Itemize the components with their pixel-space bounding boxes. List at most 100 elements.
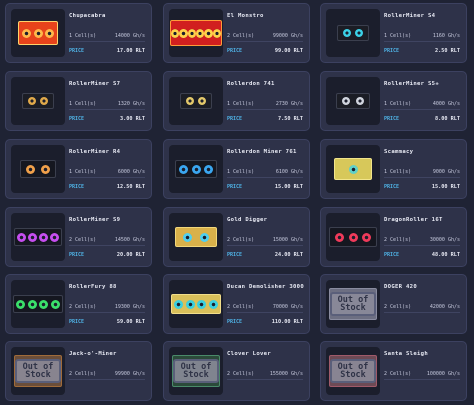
miner-thumbnail [326,213,380,261]
miner-power: 4000 Gh/s [432,101,460,107]
divider [384,109,460,110]
out-of-stock-badge: Out of Stock [330,292,376,316]
miner-thumbnail [11,213,65,261]
miner-fan-icon [203,164,213,174]
miner-fan-icon [348,232,358,242]
divider [384,312,460,313]
miner-thumbnail [169,9,223,57]
divider [384,379,460,380]
miner-power: 70000 Gh/s [272,304,303,310]
miner-card-jack-o-miner[interactable]: Out of Stock Jack-o'-Miner 2 Cell(s) 99900 G… [5,341,152,401]
miner-thumbnail [169,145,223,193]
miner-power: 1320 Gh/s [117,101,145,107]
price-label: PRICE [227,319,243,325]
rollerfury-88-icon [13,295,63,313]
miner-cells: 2 Cell(s) [227,304,255,310]
miner-card-scammacy[interactable]: Scammacy 1 Cell(s) 9000 Gh/s PRICE 15.00 RLT [320,139,467,199]
miner-thumbnail [11,145,65,193]
out-of-stock-badge: Out of Stock [15,359,61,383]
miner-card-el-monstro[interactable]: El Monstro 2 Cell(s) 99000 Gh/s PRICE 99.00 … [163,3,310,63]
miner-fan-icon [179,28,188,38]
miner-thumbnail [11,9,65,57]
miner-fan-icon [16,299,26,309]
rollerdon-miner-761-icon [175,160,217,178]
miner-fan-icon [28,232,37,242]
chupacabra-miner-icon [18,21,58,45]
miner-cells: 1 Cell(s) [69,33,97,39]
divider [69,109,145,110]
miner-name: Clover Lover [227,351,272,357]
miner-thumbnail [326,77,380,125]
miner-power: 14500 Gh/s [114,237,145,243]
miner-fan-icon [27,97,36,105]
miner-name: RollerMiner R4 [69,149,121,155]
miner-card-clover-lover[interactable]: Out of Stock Clover Lover 2 Cell(s) 155000 G… [163,341,310,401]
miner-card-chupacabra[interactable]: Chupacabra 1 Cell(s) 14000 Gh/s PRICE 17.00 … [5,3,152,63]
miner-thumbnail [11,280,65,328]
miner-fan-icon [198,97,207,105]
out-of-stock-badge: Out of Stock [330,359,376,383]
miner-fan-icon [208,299,218,309]
miner-card-santa-sleigh[interactable]: Out of Stock Santa Sleigh 2 Cell(s) 100000 G… [320,341,467,401]
miner-card-doger-420[interactable]: Out of Stock DOGER 420 2 Cell(s) 42000 Gh/s [320,274,467,334]
miner-power: 100000 Gh/s [426,371,460,377]
miner-card-gold-digger[interactable]: Gold Digger 2 Cell(s) 15000 Gh/s PRICE 24.00… [163,207,310,267]
price-label: PRICE [227,48,243,54]
out-of-stock-text: Stock [25,370,51,380]
ducan-demolisher-icon [171,294,221,314]
rollerminer-r4-icon [20,160,56,178]
miner-fan-icon [39,299,49,309]
miner-name: Scammacy [384,149,414,155]
miner-fan-icon [195,28,205,38]
miner-thumbnail: Out of Stock [326,280,380,328]
miner-card-rollerdon-miner-761[interactable]: Rollerdon Miner 761 1 Cell(s) 6100 Gh/s PRI… [163,139,310,199]
miner-price: 20.00 RLT [116,252,145,258]
miner-name: RollerMiner S4 [384,13,436,19]
miner-name: Jack-o'-Miner [69,351,117,357]
miner-fan-icon [27,299,37,309]
miner-cells: 1 Cell(s) [69,101,97,107]
scammacy-icon [334,158,372,180]
miner-price: 15.00 RLT [431,184,460,190]
miner-price: 24.00 RLT [274,252,303,258]
miner-name: Chupacabra [69,13,106,19]
rollerdon-741-icon [180,93,212,109]
miner-name: Santa Sleigh [384,351,429,357]
miner-fan-icon [342,29,351,37]
miner-card-rollerminer-s9[interactable]: RollerMiner S9 2 Cell(s) 14500 Gh/s PRICE 20… [5,207,152,267]
miner-thumbnail [169,280,223,328]
miner-name: Rollerdon 741 [227,81,275,87]
miner-card-rollerminer-s5[interactable]: RollerMiner S5+ 1 Cell(s) 4000 Gh/s PRICE 8.… [320,71,467,131]
miner-card-rollerminer-s4[interactable]: RollerMiner S4 1 Cell(s) 1160 Gh/s PRICE 2.5… [320,3,467,63]
miner-card-rollerfury-88[interactable]: RollerFury 88 2 Cell(s) 19300 Gh/s PRICE 59.… [5,274,152,334]
miner-price: 8.00 RLT [435,116,460,122]
miner-price: 99.00 RLT [274,48,303,54]
miner-grid: Chupacabra 1 Cell(s) 14000 Gh/s PRICE 17.00 … [0,0,474,405]
miner-card-rollerminer-r4[interactable]: RollerMiner R4 1 Cell(s) 6000 Gh/s PRICE 12.… [5,139,152,199]
miner-fan-icon [183,232,193,242]
miner-fan-icon [45,28,55,38]
miner-thumbnail [11,77,65,125]
miner-card-dragonroller-16t[interactable]: DragonRoller 16T 2 Cell(s) 30000 Gh/s PRICE… [320,207,467,267]
rollerminer-s4-icon [337,25,369,41]
miner-power: 2730 Gh/s [275,101,303,107]
price-label: PRICE [227,184,243,190]
miner-fan-icon [334,232,344,242]
miner-power: 14000 Gh/s [114,33,145,39]
miner-fan-icon [191,164,201,174]
divider [384,245,460,246]
miner-fan-icon [199,232,209,242]
miner-fan-icon [17,232,26,242]
miner-cells: 1 Cell(s) [384,169,412,175]
miner-cells: 1 Cell(s) [227,169,255,175]
miner-price: 59.00 RLT [116,319,145,325]
miner-fan-icon [171,28,180,38]
out-of-stock-badge: Out of Stock [173,359,219,383]
miner-price: 48.00 RLT [431,252,460,258]
miner-card-rollerdon-741[interactable]: Rollerdon 741 1 Cell(s) 2730 Gh/s PRICE 7.50… [163,71,310,131]
miner-card-ducan-demolisher-3000[interactable]: Ducan Demolisher 3000 2 Cell(s) 70000 Gh/s… [163,274,310,334]
miner-card-rollerminer-s7[interactable]: RollerMiner S7 1 Cell(s) 1320 Gh/s PRICE 3.0… [5,71,152,131]
miner-name: RollerFury 88 [69,284,117,290]
miner-name: El Monstro [227,13,264,19]
price-label: PRICE [384,48,400,54]
